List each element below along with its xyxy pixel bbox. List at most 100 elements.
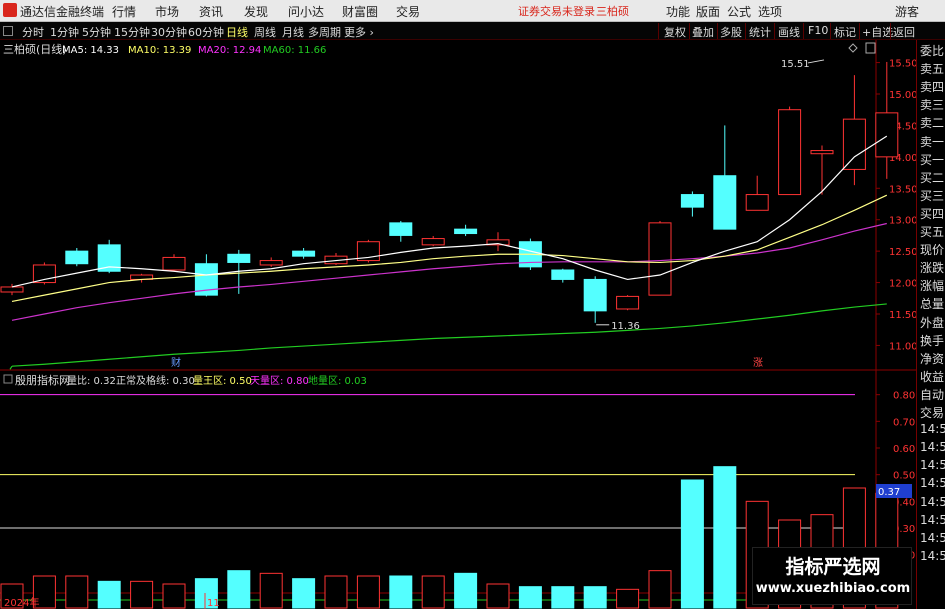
window-toggle-icon[interactable] <box>3 26 13 36</box>
period-tab-daily[interactable]: 日线 <box>226 24 248 40</box>
sidebar-item[interactable]: 14:56 <box>920 476 945 490</box>
multi-stock-button[interactable]: 多股 <box>720 24 742 40</box>
sidebar-item[interactable]: 卖三 <box>920 96 944 113</box>
guest-user[interactable]: 游客 <box>895 3 919 20</box>
menu-item-function[interactable]: 功能 <box>666 3 690 20</box>
adjust-button[interactable]: 复权 <box>664 24 686 40</box>
low-price-label: 11.36 <box>611 321 640 332</box>
indicator-title: 殷朋指标网 <box>15 373 70 387</box>
sidebar-item[interactable]: 总量 <box>920 295 944 312</box>
price-tick-label: 11.50 <box>889 310 916 321</box>
sidebar-item[interactable]: 14:56 <box>920 440 945 454</box>
statistics-button[interactable]: 统计 <box>749 24 771 40</box>
toolbar-divider <box>774 23 775 39</box>
period-tab-monthly[interactable]: 月线 <box>282 24 304 40</box>
draw-line-button[interactable]: 画线 <box>778 24 800 40</box>
period-tab-timeshare[interactable]: 分时 <box>22 24 44 40</box>
sidebar-item[interactable]: 卖五 <box>920 60 944 77</box>
indicator-tick-label: 0.80 <box>893 391 915 402</box>
period-tab-30min[interactable]: 30分钟 <box>151 24 187 40</box>
add-watchlist-button[interactable]: +自选 <box>862 24 893 40</box>
kline-chart[interactable]: 15.5015.0014.5014.0013.5013.0012.5012.00… <box>0 40 916 609</box>
toolbar-divider <box>803 23 804 39</box>
login-status[interactable]: 证券交易未登录 <box>518 3 595 19</box>
sidebar-item[interactable]: 买四 <box>920 205 944 222</box>
sidebar-item[interactable]: 交易 <box>920 404 944 421</box>
sidebar-item[interactable]: 收益 <box>920 368 944 385</box>
sidebar-item[interactable]: 现价 <box>920 241 944 258</box>
sidebar-item[interactable]: 14:56 <box>920 422 945 436</box>
high-price-label: 15.51 <box>781 59 810 70</box>
candle-body <box>713 175 737 230</box>
menu-item-ask[interactable]: 问小达 <box>288 3 324 20</box>
toolbar-divider <box>689 23 690 39</box>
sidebar-item[interactable]: 买一 <box>920 151 944 168</box>
sidebar-item[interactable]: 涨幅 <box>920 277 944 294</box>
sidebar-item[interactable]: 14:56 <box>920 458 945 472</box>
sidebar-item[interactable]: 14:56 <box>920 549 945 563</box>
chart-title: 三柏硕(日线) <box>3 42 67 56</box>
period-tab-weekly[interactable]: 周线 <box>254 24 276 40</box>
toolbar-divider <box>658 23 659 39</box>
volume-ratio-bar <box>583 586 607 609</box>
volume-ratio-bar <box>356 575 380 609</box>
period-tab-60min[interactable]: 60分钟 <box>188 24 224 40</box>
sidebar-item[interactable]: 买五 <box>920 223 944 240</box>
volume-ratio-bar <box>65 575 89 609</box>
menu-item-markets[interactable]: 市场 <box>155 3 179 20</box>
sidebar-item[interactable]: 净资 <box>920 350 944 367</box>
candle-body <box>648 222 672 296</box>
sidebar-item[interactable]: 卖二 <box>920 114 944 131</box>
sidebar-item[interactable]: 14:56 <box>920 531 945 545</box>
period-tab-1min[interactable]: 1分钟 <box>50 24 79 40</box>
menu-item-trade[interactable]: 交易 <box>396 3 420 20</box>
period-tab-more[interactable]: 更多 › <box>344 24 374 40</box>
sidebar-item[interactable]: 14:56 <box>920 513 945 527</box>
menu-item-layout[interactable]: 版面 <box>696 3 720 20</box>
volume-ratio-bar <box>518 586 542 609</box>
menu-item-formula[interactable]: 公式 <box>727 3 751 20</box>
sidebar-item[interactable]: 卖一 <box>920 133 944 150</box>
period-tab-5min[interactable]: 5分钟 <box>82 24 111 40</box>
price-tick-label: 12.50 <box>889 247 916 258</box>
sidebar-item[interactable]: 外盘 <box>920 314 944 331</box>
sidebar-item[interactable]: 换手 <box>920 332 944 349</box>
volume-ratio-bar <box>162 583 186 609</box>
menu-item-wealth[interactable]: 财富圈 <box>342 3 378 20</box>
sidebar-item[interactable]: 买三 <box>920 187 944 204</box>
f10-button[interactable]: F10 <box>808 24 828 37</box>
sidebar-item[interactable]: 14:56 <box>920 495 945 509</box>
back-button[interactable]: 返回 <box>893 24 915 40</box>
candle-body <box>227 253 251 263</box>
period-tab-multi[interactable]: 多周期 <box>308 24 341 40</box>
toolbar-divider <box>830 23 831 39</box>
ma-legend-label: MA60: 11.66 <box>263 45 326 56</box>
watermark-url: www.xuezhibiao.com <box>755 581 911 596</box>
candle-body <box>292 250 316 257</box>
menu-item-news[interactable]: 资讯 <box>199 3 223 20</box>
candle-body <box>389 222 413 236</box>
overlay-button[interactable]: 叠加 <box>692 24 714 40</box>
sidebar-item[interactable]: 委比 <box>920 42 944 59</box>
sidebar-item[interactable]: 涨跌 <box>920 259 944 276</box>
indicator-tick-label: 0.50 <box>893 471 915 482</box>
sidebar-item[interactable]: 自动 <box>920 386 944 403</box>
menu-item-options[interactable]: 选项 <box>758 3 782 20</box>
sidebar-item[interactable]: 买二 <box>920 169 944 186</box>
indicator-tick-label: 0.60 <box>893 444 915 455</box>
sidebar-item[interactable]: 卖四 <box>920 78 944 95</box>
ma-legend-label: MA20: 12.94 <box>198 45 261 56</box>
period-tab-15min[interactable]: 15分钟 <box>114 24 150 40</box>
volume-ratio-bar <box>713 466 737 609</box>
menu-item-market[interactable]: 行情 <box>112 3 136 20</box>
toolbar-divider <box>859 23 860 39</box>
menu-item-discover[interactable]: 发现 <box>244 3 268 20</box>
indicator-legend-label: 量王区: 0.50 <box>193 375 252 387</box>
candle-body <box>65 250 89 265</box>
mark-button[interactable]: 标记 <box>834 24 856 40</box>
candle-body <box>259 260 283 266</box>
volume-ratio-bar <box>324 575 348 609</box>
event-marker-finance: 财 <box>171 356 181 369</box>
volume-ratio-bar <box>97 580 121 609</box>
toolbar-divider <box>717 23 718 39</box>
